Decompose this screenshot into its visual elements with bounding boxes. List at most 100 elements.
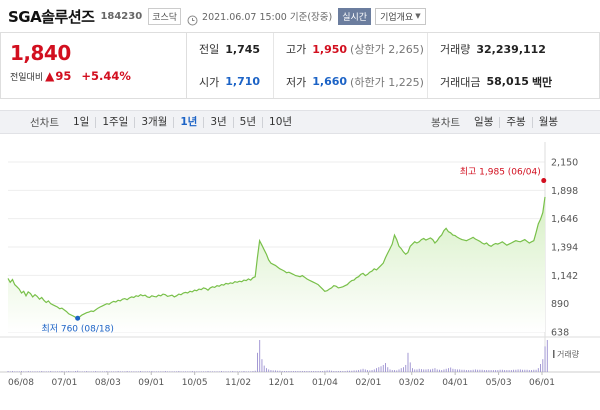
volume-bar (416, 369, 418, 372)
y-tick-label: 1,898 (551, 186, 578, 197)
volume-bar (495, 370, 497, 372)
volume-bar (362, 368, 364, 372)
volume-bar (27, 371, 29, 372)
volume-bar (272, 370, 274, 372)
volume-bar (207, 371, 209, 372)
stat-volume: 거래량 32,239,112 (427, 33, 600, 66)
stock-name: SGA솔루션즈 (8, 7, 95, 26)
volume-bar (421, 369, 422, 372)
volume-legend-mark (553, 350, 555, 358)
volume-bar (205, 371, 207, 372)
tab-candle-2[interactable]: 월봉 (531, 116, 564, 128)
volume-bar (241, 371, 243, 372)
volume-bar (218, 371, 220, 372)
volume-bar (236, 371, 238, 372)
tab-period-5[interactable]: 5년 (232, 116, 262, 128)
tab-period-0[interactable]: 1일 (67, 116, 95, 128)
x-tick-label: 10/05 (182, 378, 208, 388)
volume-bar (191, 371, 193, 372)
volume-bar (243, 371, 245, 372)
tab-period-4[interactable]: 3년 (203, 116, 232, 128)
volume-bar (461, 369, 463, 372)
volume-bar (497, 370, 499, 372)
volume-bar (153, 371, 155, 372)
volume-bar (97, 371, 99, 372)
x-tick-label: 05/03 (486, 378, 512, 388)
volume-bar (126, 371, 128, 372)
line-chart-label: 선차트 (30, 116, 59, 129)
volume-bar (113, 371, 115, 372)
volume-bar (486, 370, 488, 372)
company-overview-button[interactable]: 기업개요 ▼ (375, 7, 426, 25)
volume-bar (346, 370, 348, 372)
volume-bar (117, 371, 119, 372)
y-tick-label: 638 (551, 328, 569, 339)
volume-bar (50, 371, 52, 372)
volume-bar (189, 371, 191, 372)
volume-bar (196, 371, 198, 372)
max-point-label: 최고 1,985 (06/04) (460, 167, 541, 178)
volume-bar (436, 369, 438, 372)
volume-bar (403, 367, 404, 372)
volume-bar (472, 369, 474, 372)
volume-bar (510, 370, 512, 372)
volume-bar (135, 371, 137, 372)
realtime-button[interactable]: 실시간 (338, 7, 372, 25)
volume-bar (178, 371, 180, 372)
volume-bar (187, 371, 189, 372)
volume-bar (391, 370, 393, 372)
stat-volume-label: 거래량 (440, 43, 471, 57)
volume-bar (77, 370, 79, 372)
volume-bar (488, 370, 490, 372)
x-tick-label: 09/01 (138, 378, 164, 388)
volume-bar (119, 371, 121, 372)
volume-bar (306, 371, 308, 372)
volume-bar (146, 371, 148, 372)
volume-bar (259, 340, 261, 372)
volume-bar (506, 370, 508, 372)
volume-bar (95, 371, 97, 372)
tab-period-2[interactable]: 3개월 (134, 116, 173, 128)
volume-bar (364, 369, 366, 372)
volume-bar (474, 369, 476, 372)
volume-bar (389, 369, 391, 372)
tab-candle-1[interactable]: 주봉 (499, 116, 531, 128)
volume-bar (351, 370, 353, 372)
datetime: 2021.06.07 15:00 기준(장중) (202, 12, 333, 23)
volume-bar (371, 370, 373, 372)
volume-bar (81, 371, 83, 372)
volume-bar (209, 371, 211, 372)
volume-bar (465, 370, 467, 372)
volume-bar (263, 365, 265, 372)
tab-candle-0[interactable]: 일봉 (468, 116, 499, 128)
volume-bar (92, 371, 94, 372)
tab-period-6[interactable]: 10년 (262, 116, 298, 128)
volume-bar (254, 370, 256, 372)
volume-bar (57, 371, 58, 372)
volume-bar (34, 371, 36, 372)
volume-bar (290, 371, 292, 372)
volume-bar (349, 370, 351, 372)
volume-bar (68, 371, 70, 372)
volume-bar (344, 371, 346, 372)
tab-period-3[interactable]: 1년 (173, 116, 203, 128)
tab-period-1[interactable]: 1주일 (95, 116, 134, 128)
volume-bar (333, 371, 335, 372)
stat-low-label: 저가 (286, 75, 307, 89)
volume-bar (75, 371, 76, 372)
volume-bar (513, 369, 515, 372)
volume-bar (225, 371, 227, 372)
volume-bar (149, 371, 151, 372)
volume-bar (454, 369, 456, 372)
volume-bar (257, 352, 258, 372)
stat-amount-value: 58,015 (486, 75, 529, 89)
volume-bar (531, 370, 533, 372)
x-tick-label: 04/01 (442, 378, 468, 388)
stat-open-label: 시가 (199, 75, 220, 89)
volume-bar (180, 371, 182, 372)
volume-bar (317, 371, 319, 372)
volume-bar (412, 368, 413, 372)
min-point-marker (75, 315, 81, 321)
volume-bar (182, 371, 184, 372)
candle-chart-label: 봉차트 (431, 116, 461, 129)
